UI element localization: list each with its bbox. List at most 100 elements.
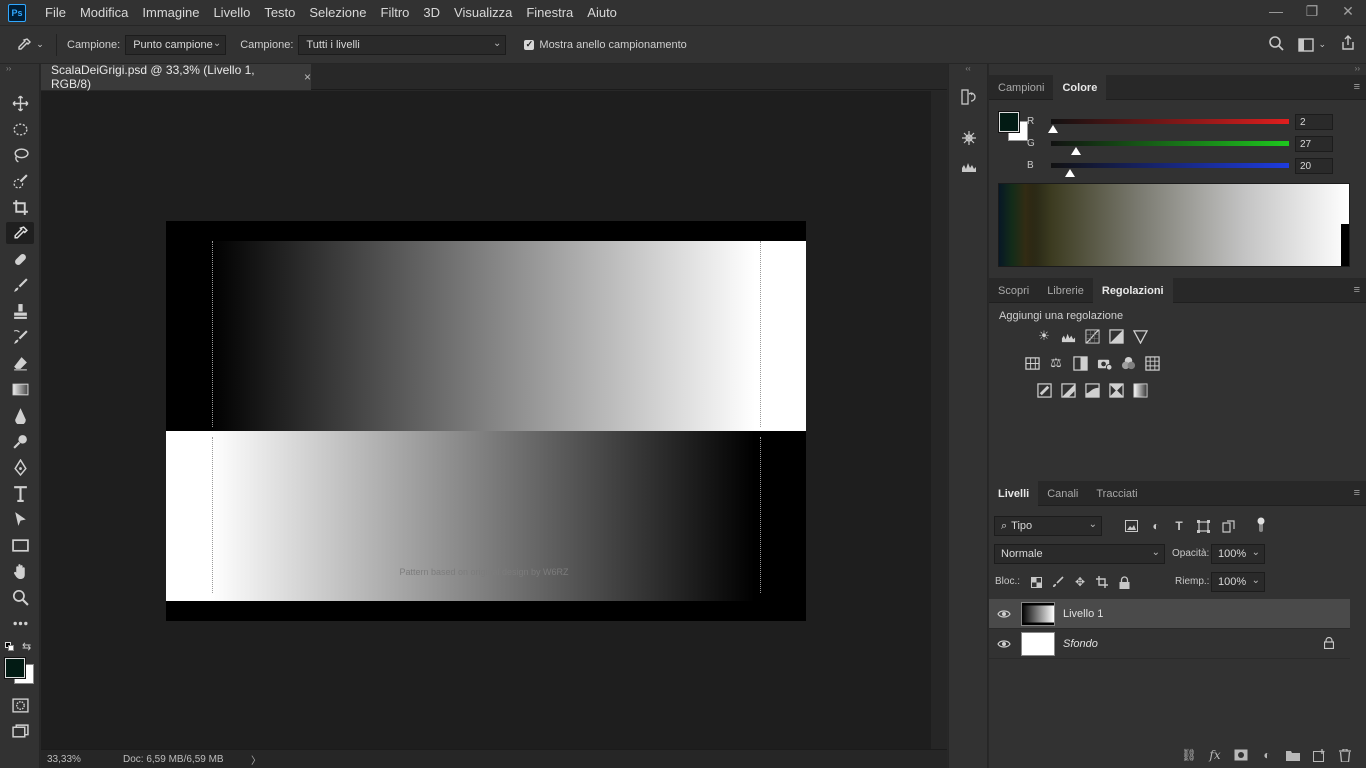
lock-artboard-icon[interactable] [1093,573,1111,591]
restore-button[interactable]: ❐ [1294,0,1330,22]
new-group-icon[interactable] [1280,749,1306,761]
link-layers-icon[interactable]: ⛓ [1176,748,1202,762]
menu-aiuto[interactable]: Aiuto [580,0,624,25]
menu-filtro[interactable]: Filtro [374,0,417,25]
gradient-map-icon[interactable] [1128,379,1152,401]
opacity-input[interactable]: 100% ⌄ [1211,544,1265,564]
vibrance-icon[interactable] [1128,325,1152,347]
clone-stamp-tool-icon[interactable] [6,300,34,322]
history-brush-tool-icon[interactable] [6,326,34,348]
gradient-tool-icon[interactable] [6,378,34,400]
channel-value-input[interactable]: 2 [1295,114,1333,130]
layer-row[interactable]: Livello 1 [989,599,1350,629]
slider-thumb[interactable] [1064,169,1075,177]
panel-menu-icon[interactable]: ≡ [1354,284,1360,296]
tab-layers-canali[interactable]: Canali [1038,481,1087,506]
slider-thumb[interactable] [1047,125,1058,133]
foreground-color-swatch[interactable] [4,657,26,679]
exposure-icon[interactable] [1104,325,1128,347]
color-panel-foreground-swatch[interactable] [998,111,1020,133]
levels-icon[interactable] [1056,325,1080,347]
properties-panel-icon[interactable] [958,127,980,149]
collapse-dock-icon[interactable]: ‹‹ [949,64,987,75]
menu-visualizza[interactable]: Visualizza [447,0,519,25]
panel-menu-icon[interactable]: ≡ [1354,487,1360,499]
photo-filter-icon[interactable] [1092,352,1116,374]
lock-position-icon[interactable]: ✥ [1071,573,1089,591]
blur-tool-icon[interactable] [6,404,34,426]
hand-tool-icon[interactable] [6,560,34,582]
filter-type-layers-icon[interactable]: T [1170,517,1188,535]
hue-saturation-icon[interactable] [1020,352,1044,374]
move-tool-icon[interactable] [6,92,34,114]
lock-image-pixels-icon[interactable] [1049,573,1067,591]
tab-color-campioni[interactable]: Campioni [989,75,1053,100]
panel-menu-icon[interactable]: ≡ [1354,81,1360,93]
sample-size-select[interactable]: Punto campione ⌄ [125,34,227,55]
tab-adjustments-librerie[interactable]: Librerie [1038,278,1093,303]
close-window-button[interactable]: ✕ [1330,0,1366,22]
quick-selection-tool-icon[interactable] [6,170,34,192]
filter-smart-objects-icon[interactable] [1219,517,1237,535]
channel-value-input[interactable]: 20 [1295,158,1333,174]
document-tab[interactable]: ScalaDeiGrigi.psd @ 33,3% (Livello 1, RG… [41,63,311,91]
layer-filter-select[interactable]: ⌕ Tipo ⌄ [994,516,1102,536]
swap-colors-icon[interactable]: ⇆ [22,640,31,653]
black-white-icon[interactable] [1068,352,1092,374]
lasso-tool-icon[interactable] [6,144,34,166]
close-document-icon[interactable]: × [304,70,311,84]
lock-all-icon[interactable] [1115,573,1133,591]
menu-livello[interactable]: Livello [206,0,257,25]
brightness-contrast-icon[interactable]: ☀ [1032,325,1056,347]
layer-row[interactable]: Sfondo [989,629,1350,659]
fill-input[interactable]: 100% ⌄ [1211,572,1265,592]
menu-selezione[interactable]: Selezione [302,0,373,25]
healing-brush-tool-icon[interactable] [6,248,34,270]
rectangle-tool-icon[interactable] [6,534,34,556]
new-adjustment-layer-icon[interactable]: ◐ [1254,748,1280,762]
brush-tool-icon[interactable] [6,274,34,296]
eyedropper-preset-icon[interactable]: ⌄ [10,37,50,53]
slider-track[interactable] [1051,119,1289,124]
history-panel-icon[interactable] [958,86,980,108]
status-menu-arrow[interactable]: 〉 [251,752,261,767]
zoom-level[interactable]: 33,33% [41,754,111,765]
slider-track[interactable] [1051,163,1289,168]
filter-shape-layers-icon[interactable] [1194,517,1212,535]
eyedropper-tool-icon[interactable] [6,222,34,244]
collapse-toolbar-icon[interactable]: ›› [6,64,11,73]
tab-adjustments-scopri[interactable]: Scopri [989,278,1038,303]
slider-thumb[interactable] [1071,147,1082,155]
channel-mixer-icon[interactable] [1116,352,1140,374]
lock-icon[interactable] [1323,636,1335,652]
slider-track[interactable] [1051,141,1289,146]
eraser-tool-icon[interactable] [6,352,34,374]
invert-icon[interactable] [1032,379,1056,401]
menu-testo[interactable]: Testo [257,0,302,25]
screen-mode-icon[interactable] [6,720,34,742]
color-balance-icon[interactable]: ⚖ [1044,352,1068,374]
minimize-button[interactable]: — [1258,0,1294,22]
posterize-icon[interactable] [1056,379,1080,401]
delete-layer-icon[interactable] [1332,748,1358,762]
threshold-icon[interactable] [1080,379,1104,401]
dodge-tool-icon[interactable] [6,430,34,452]
default-colors-icon[interactable] [5,642,14,651]
workspace-icon[interactable]: ⌄ [1298,35,1326,54]
visibility-eye-icon[interactable] [989,609,1019,619]
search-icon[interactable] [1268,35,1285,54]
curves-icon[interactable] [1080,325,1104,347]
vertical-scrollbar[interactable] [931,91,947,749]
tab-layers-tracciati[interactable]: Tracciati [1087,481,1146,506]
document-canvas[interactable]: Pattern based on original design by W6RZ [166,221,806,621]
show-sampling-ring-checkbox[interactable]: ✓ [524,39,535,50]
crop-tool-icon[interactable] [6,196,34,218]
lock-transparent-pixels-icon[interactable] [1027,573,1045,591]
menu-immagine[interactable]: Immagine [135,0,206,25]
tab-layers-livelli[interactable]: Livelli [989,481,1039,506]
collapse-panels-icon[interactable]: ›› [1355,64,1360,73]
type-tool-icon[interactable] [6,482,34,504]
share-icon[interactable] [1340,35,1356,54]
marquee-tool-icon[interactable] [6,118,34,140]
filter-pixel-layers-icon[interactable] [1122,517,1140,535]
